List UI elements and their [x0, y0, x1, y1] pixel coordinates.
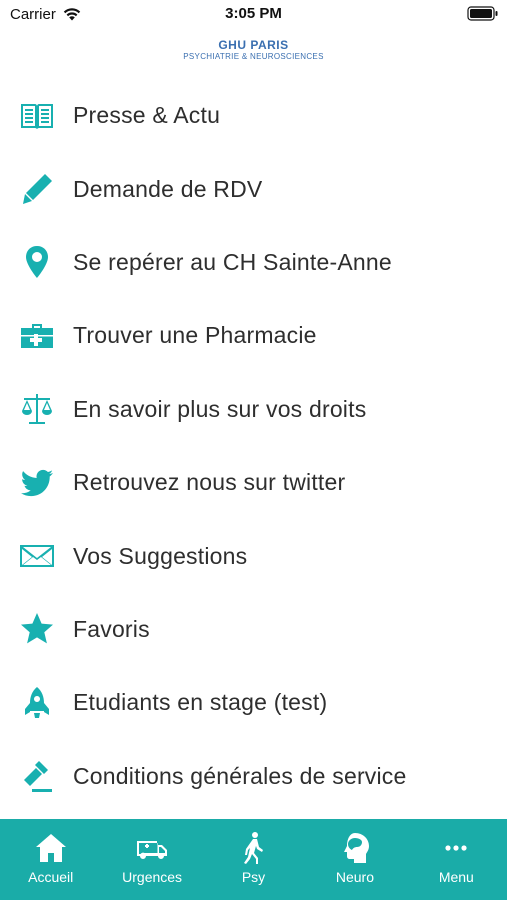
- menu-item-label: Retrouvez nous sur twitter: [73, 469, 346, 496]
- brand-subtitle: PSYCHIATRIE & NEUROSCIENCES: [183, 52, 324, 61]
- menu-item-twitter[interactable]: Retrouvez nous sur twitter: [0, 446, 507, 519]
- menu-list: Presse & Actu Demande de RDV Se repérer …: [0, 79, 507, 813]
- menu-item-label: Trouver une Pharmacie: [73, 322, 317, 349]
- menu-item-suggestions[interactable]: Vos Suggestions: [0, 519, 507, 592]
- ambulance-icon: [137, 841, 168, 859]
- tab-label: Neuro: [335, 869, 374, 885]
- menu-item-pharmacie[interactable]: Trouver une Pharmacie: [0, 299, 507, 372]
- menu-item-label: En savoir plus sur vos droits: [73, 395, 367, 422]
- tab-psy[interactable]: Psy: [203, 819, 304, 900]
- rocket-icon: [18, 684, 56, 722]
- envelope-icon: [18, 537, 56, 575]
- menu-item-label: Vos Suggestions: [73, 542, 248, 569]
- menu-item-label: Se repérer au CH Sainte-Anne: [73, 248, 392, 275]
- tab-label: Menu: [438, 869, 474, 885]
- more-dots-icon: [445, 845, 467, 851]
- menu-item-label: Demande de RDV: [73, 175, 263, 202]
- walking-person-icon: [243, 832, 263, 864]
- menu-item-label: Etudiants en stage (test): [73, 689, 328, 716]
- scales-icon: [18, 390, 56, 428]
- tab-urgences[interactable]: Urgences: [101, 819, 202, 900]
- star-icon: [18, 610, 56, 648]
- clock: 3:05 PM: [225, 5, 282, 22]
- tab-neuro[interactable]: Neuro: [304, 819, 405, 900]
- menu-item-se-reperer[interactable]: Se repérer au CH Sainte-Anne: [0, 226, 507, 299]
- gavel-icon: [18, 757, 56, 795]
- brand-title: GHU PARIS: [218, 38, 289, 52]
- status-bar: Carrier 3:05 PM: [0, 0, 507, 28]
- tab-label: Urgences: [122, 869, 183, 885]
- menu-item-conditions[interactable]: Conditions générales de service: [0, 740, 507, 813]
- menu-item-label: Presse & Actu: [73, 102, 221, 129]
- tab-bar: Accueil Urgences Psy Neuro Menu: [0, 819, 507, 900]
- menu-item-label: Favoris: [73, 615, 150, 642]
- brand-logo: GHU PARIS PSYCHIATRIE & NEUROSCIENCES: [0, 38, 507, 62]
- head-brain-icon: [343, 833, 369, 863]
- menu-item-etudiants[interactable]: Etudiants en stage (test): [0, 666, 507, 739]
- twitter-icon: [18, 464, 56, 502]
- menu-item-favoris[interactable]: Favoris: [0, 593, 507, 666]
- tab-accueil[interactable]: Accueil: [0, 819, 101, 900]
- menu-item-label: Conditions générales de service: [73, 762, 407, 789]
- menu-item-presse-actu[interactable]: Presse & Actu: [0, 79, 507, 152]
- tab-label: Psy: [241, 869, 266, 885]
- battery-icon: [467, 6, 498, 21]
- tab-menu[interactable]: Menu: [406, 819, 507, 900]
- home-icon: [35, 834, 66, 862]
- medical-kit-icon: [18, 317, 56, 355]
- menu-item-demande-rdv[interactable]: Demande de RDV: [0, 152, 507, 225]
- menu-item-droits[interactable]: En savoir plus sur vos droits: [0, 373, 507, 446]
- newspaper-icon: [18, 97, 56, 135]
- map-pin-icon: [18, 243, 56, 281]
- tab-label: Accueil: [28, 869, 74, 885]
- pencil-icon: [18, 170, 56, 208]
